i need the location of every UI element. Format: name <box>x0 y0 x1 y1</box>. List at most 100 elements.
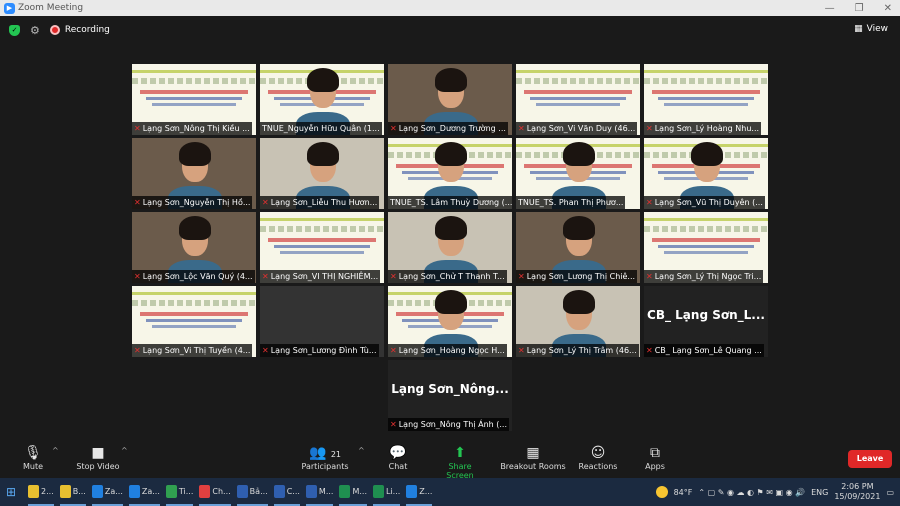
participant-tile[interactable]: ✕ Lạng Sơn_VI THỊ NGHIÊM... <box>260 212 384 283</box>
participant-name: Lạng Sơn_Liễu Thu Hươn... <box>270 198 378 207</box>
app-icon <box>236 484 248 498</box>
stop-video-label: Stop Video <box>76 462 120 471</box>
clock-time: 2:06 PM <box>841 482 874 491</box>
slide-decoration <box>652 90 760 94</box>
meeting-info-icon[interactable]: ⚙ <box>30 24 40 37</box>
app-label: M... <box>318 486 334 496</box>
participant-name-label: TNUE_Nguyễn Hữu Quân (1... <box>260 122 382 135</box>
close-icon[interactable]: ✕ <box>884 3 892 14</box>
participant-tile[interactable]: ✕ Lạng Sơn_Lương Thị Chiê... <box>516 212 640 283</box>
notification-icon[interactable]: ▭ <box>886 488 894 497</box>
participant-tile[interactable]: ✕ Lạng Sơn_Vi Thị Tuyền (4... <box>132 286 256 357</box>
participant-tile[interactable]: ✕ Lạng Sơn_Hoàng Ngọc H... <box>388 286 512 357</box>
view-label: View <box>866 24 888 34</box>
participants-count: 21 <box>330 450 342 459</box>
participant-tile[interactable]: TNUE_TS. Phan Thị Phươ... <box>516 138 640 209</box>
app-label: M... <box>352 486 367 496</box>
slide-decoration <box>132 292 256 295</box>
minimize-icon[interactable]: — <box>825 3 835 14</box>
slide-decoration <box>664 103 748 106</box>
taskbar-app[interactable]: Ti... <box>165 478 194 506</box>
leave-button[interactable]: Leave <box>848 450 892 468</box>
participant-tile[interactable]: TNUE_Nguyễn Hữu Quân (1... <box>260 64 384 135</box>
participant-tile[interactable]: ✕ Lạng Sơn_Dương Trường ... <box>388 64 512 135</box>
participant-video <box>435 68 467 92</box>
participant-video <box>435 216 467 240</box>
participant-tile[interactable]: Lạng Sơn_Nông... ✕ Lạng Sơn_Nông Thị Ánh (… <box>388 360 512 431</box>
participants-caret[interactable]: ^ <box>358 446 365 455</box>
participant-name: Lạng Sơn_Hoàng Ngọc H... <box>398 346 505 355</box>
video-options-caret[interactable]: ^ <box>121 446 128 455</box>
slide-decoration <box>280 251 364 254</box>
slide-decoration <box>140 90 248 94</box>
reactions-button[interactable]: ☺ Reactions <box>578 444 618 471</box>
stop-video-button[interactable]: ■ Stop Video <box>74 444 122 471</box>
participant-tile[interactable]: ✕ Lạng Sơn_Lý Thị Ngọc Tri... <box>644 212 768 283</box>
breakout-grid-icon: ▦ <box>526 445 540 461</box>
slide-decoration <box>524 90 632 94</box>
participant-name-label: ✕ Lạng Sơn_Vũ Thị Duyên (... <box>644 196 765 209</box>
app-icon <box>165 484 177 498</box>
mute-label: Mute <box>22 462 44 471</box>
slide-decoration <box>132 78 256 84</box>
taskbar-app[interactable]: M... <box>305 478 334 506</box>
participant-tile[interactable]: CB_ Lạng Sơn_L... ✕ CB_ Lạng Sơn_Lê Quang … <box>644 286 768 357</box>
participant-tile[interactable]: ✕ Lạng Sơn_Chử T Thanh T... <box>388 212 512 283</box>
view-button[interactable]: ▦ View <box>854 24 888 34</box>
participant-tile[interactable]: ✕ Lạng Sơn_Lộc Văn Quý (4... <box>132 212 256 283</box>
participant-tile[interactable]: TNUE_TS. Lâm Thuỳ Dương (... <box>388 138 512 209</box>
taskbar-app[interactable]: C... <box>273 478 300 506</box>
weather-sun-icon[interactable] <box>655 486 668 498</box>
participant-name-label: ✕ Lạng Sơn_Liễu Thu Hươn... <box>260 196 380 209</box>
taskbar-app[interactable]: M... <box>339 478 367 506</box>
weather-temp[interactable]: 84°F <box>674 488 693 497</box>
taskbar-app[interactable]: Z... <box>406 478 433 506</box>
taskbar-app[interactable]: Ch... <box>199 478 231 506</box>
tray-icons[interactable]: ⌃ ▢ ✎ ◉ ☁ ◐ ⚑ ✉ ▣ ◉ 🔊 <box>698 488 805 497</box>
slide-decoration <box>644 226 768 232</box>
participant-tile[interactable]: ✕ Lạng Sơn_Liễu Thu Hươn... <box>260 138 384 209</box>
taskbar-app[interactable]: B... <box>59 478 86 506</box>
participant-video <box>691 142 723 166</box>
participant-name: Lạng Sơn_Dương Trường ... <box>398 124 506 133</box>
app-label: Ch... <box>212 486 231 496</box>
slide-decoration <box>516 78 640 84</box>
audio-options-caret[interactable]: ^ <box>52 446 59 455</box>
muted-mic-icon: ✕ <box>262 346 269 355</box>
participant-tile[interactable]: ✕ Lạng Sơn_Vũ Thị Duyên (... <box>644 138 768 209</box>
chat-button[interactable]: 💬 Chat <box>386 444 410 471</box>
slide-decoration <box>658 245 754 248</box>
input-language[interactable]: ENG <box>811 488 828 497</box>
participant-tile[interactable]: ✕ Lạng Sơn_Lý Hoàng Nhu... <box>644 64 768 135</box>
taskbar-app[interactable]: Za... <box>128 478 160 506</box>
participant-tile[interactable]: ✕ Lạng Sơn_Lương Đình Tù... <box>260 286 384 357</box>
taskbar-app[interactable]: 2... <box>28 478 54 506</box>
share-screen-button[interactable]: ⬆ Share Screen <box>434 444 486 480</box>
participant-tile[interactable]: ✕ Lạng Sơn_Nông Thị Kiều ... <box>132 64 256 135</box>
muted-mic-icon: ✕ <box>646 124 653 133</box>
maximize-icon[interactable]: ❐ <box>855 3 864 14</box>
taskbar-app[interactable]: Za... <box>91 478 123 506</box>
breakout-rooms-button[interactable]: ▦ Breakout Rooms <box>500 444 566 471</box>
participant-name: Lạng Sơn_Nông Thị Ánh (... <box>398 420 507 429</box>
muted-mic-icon: ✕ <box>646 198 653 207</box>
taskbar-app[interactable]: Bả... <box>236 478 268 506</box>
security-shield-icon[interactable]: ✓ <box>9 24 20 36</box>
recording-indicator[interactable]: Recording <box>49 25 110 35</box>
apps-button[interactable]: ⧉ Apps <box>642 444 668 471</box>
app-icon <box>406 484 418 498</box>
participant-name-label: ✕ Lạng Sơn_Lý Thị Trâm (46... <box>516 344 639 357</box>
clock[interactable]: 2:06 PM 15/09/2021 <box>834 482 880 502</box>
muted-mic-icon: ✕ <box>134 272 141 281</box>
mute-button[interactable]: 🎙 Mute <box>20 444 46 471</box>
participant-tile[interactable]: ✕ Lạng Sơn_Vi Văn Duy (46... <box>516 64 640 135</box>
participant-tile[interactable]: ✕ Lạng Sơn_Lý Thị Trâm (46... <box>516 286 640 357</box>
participants-button[interactable]: 👥 21 Participants <box>300 444 350 471</box>
muted-mic-icon: ✕ <box>646 346 653 355</box>
slide-decoration <box>152 103 236 106</box>
participant-tile[interactable]: ✕ Lạng Sơn_Nguyễn Thị Hồ... <box>132 138 256 209</box>
muted-mic-icon: ✕ <box>518 346 525 355</box>
taskbar-app[interactable]: Li... <box>372 478 401 506</box>
windows-start-icon[interactable]: ⊞ <box>0 485 22 499</box>
participant-name-label: ✕ Lạng Sơn_Chử T Thanh T... <box>388 270 507 283</box>
